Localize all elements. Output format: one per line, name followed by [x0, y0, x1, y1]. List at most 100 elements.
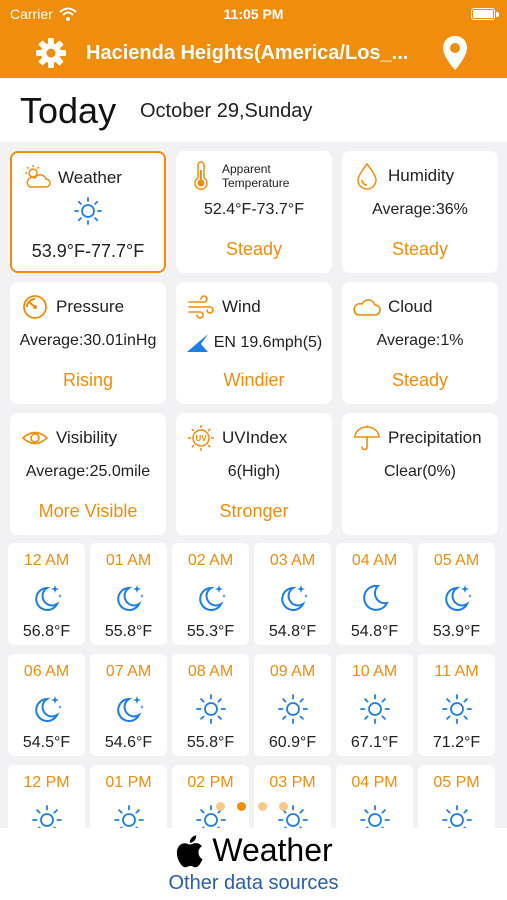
droplet-icon: [357, 162, 377, 190]
hourly-tile[interactable]: 02 PM: [172, 765, 249, 828]
page-indicator[interactable]: [216, 802, 288, 811]
card-head: Weather: [22, 163, 122, 193]
card-trend: Rising: [62, 370, 114, 390]
other-data-sources-link[interactable]: Other data sources: [0, 872, 507, 895]
hourly-time: 05 PM: [433, 774, 480, 791]
hourly-temp: 67.1°F: [350, 734, 399, 751]
card-apparent-temperature[interactable]: Apparent Temperature 52.4°F-73.7°F Stead…: [176, 151, 332, 273]
hourly-time: 11 AM: [434, 663, 479, 680]
hourly-time: 04 PM: [351, 774, 398, 791]
hourly-temp: 54.8°F: [268, 623, 317, 640]
hourly-temp: 54.8°F: [350, 623, 399, 640]
hourly-tile[interactable]: 04 PM: [336, 765, 413, 828]
card-head: Precipitation: [352, 423, 482, 453]
card-value: Average:25.0mile: [25, 463, 151, 480]
hourly-tile[interactable]: 08 AM 55.8°F: [172, 654, 249, 756]
card-trend: Stronger: [219, 501, 289, 521]
card-value: 6(High): [227, 463, 281, 480]
hourly-tile[interactable]: 06 AM 54.5°F: [8, 654, 85, 756]
card-visibility[interactable]: Visibility Average:25.0mile More Visible: [10, 413, 166, 535]
hourly-temp: 54.6°F: [104, 734, 153, 751]
cloud-icon: [353, 299, 381, 316]
hourly-tile[interactable]: 01 PM: [90, 765, 167, 828]
apple-logo-icon: [177, 834, 203, 867]
card-label: Weather: [58, 168, 122, 187]
hourly-tile[interactable]: 01 AM 55.8°F: [90, 543, 167, 645]
moon-stars-icon: [445, 585, 472, 611]
card-weather[interactable]: Weather 53.9°F-77.7°F: [10, 151, 166, 273]
card-label: Cloud: [388, 297, 433, 316]
wind-icon: [188, 295, 214, 319]
card-head: Apparent Temperature: [186, 161, 302, 191]
hourly-temp: 60.9°F: [268, 734, 317, 751]
battery-tip: [496, 12, 499, 17]
page-dot[interactable]: [216, 802, 225, 811]
card-head: Pressure: [20, 292, 124, 322]
sun-icon: [360, 805, 390, 828]
date-row: Today October 29,Sunday: [0, 78, 507, 142]
card-label: UVIndex: [222, 428, 288, 447]
card-label: Apparent Temperature: [222, 162, 290, 190]
hourly-temp: 71.2°F: [432, 734, 481, 751]
hourly-tile[interactable]: 02 AM 55.3°F: [172, 543, 249, 645]
sun-icon: [74, 197, 102, 225]
card-head: Cloud: [352, 292, 432, 322]
card-uv-index[interactable]: UV UVIndex 6(High) Stronger: [176, 413, 332, 535]
hourly-temp: 54.5°F: [22, 734, 71, 751]
hourly-time: 03 PM: [269, 774, 316, 791]
card-pressure[interactable]: Pressure Average:30.01inHg Rising: [10, 282, 166, 404]
hourly-time: 05 AM: [433, 552, 480, 569]
page-dot[interactable]: [279, 802, 288, 811]
hourly-tile[interactable]: 05 PM: [418, 765, 495, 828]
hourly-tile[interactable]: 03 AM 54.8°F: [254, 543, 331, 645]
card-label: Precipitation: [388, 428, 482, 447]
hourly-temp: 55.3°F: [186, 623, 235, 640]
location-title[interactable]: Hacienda Heights(America/Los_...: [86, 42, 431, 65]
page-dot[interactable]: [258, 802, 267, 811]
hourly-tile[interactable]: 12 AM 56.8°F: [8, 543, 85, 645]
moon-stars-icon: [281, 585, 308, 611]
card-value: Average:30.01inHg: [19, 332, 157, 349]
hourly-tile[interactable]: 11 AM 71.2°F: [418, 654, 495, 756]
sun-icon: [278, 694, 308, 724]
gear-icon[interactable]: [34, 36, 68, 70]
hourly-tile[interactable]: 09 AM 60.9°F: [254, 654, 331, 756]
hourly-tile[interactable]: 05 AM 53.9°F: [418, 543, 495, 645]
wind-value-row: EN 19.6mph(5): [176, 332, 332, 354]
card-head: Visibility: [20, 423, 117, 453]
moon-stars-icon: [117, 696, 144, 722]
hourly-tile[interactable]: 12 PM: [8, 765, 85, 828]
card-humidity[interactable]: Humidity Average:36% Steady: [342, 151, 498, 273]
hourly-tile[interactable]: 07 AM 54.6°F: [90, 654, 167, 756]
sun-icon: [32, 805, 62, 828]
hourly-tile[interactable]: 04 AM 54.8°F: [336, 543, 413, 645]
sun-icon: [442, 805, 472, 828]
card-cloud[interactable]: Cloud Average:1% Steady: [342, 282, 498, 404]
svg-text:UV: UV: [195, 434, 207, 443]
status-time: 11:05 PM: [223, 6, 284, 22]
card-trend: More Visible: [38, 501, 138, 521]
page-dot-active[interactable]: [237, 802, 246, 811]
uv-sun-icon: UV: [188, 425, 214, 451]
moon-icon: [363, 584, 389, 611]
thermometer-icon: [194, 161, 208, 190]
card-precipitation[interactable]: Precipitation Clear(0%): [342, 413, 498, 535]
location-pin-icon[interactable]: [440, 34, 470, 72]
hourly-tile[interactable]: 10 AM 67.1°F: [336, 654, 413, 756]
brand-label: Weather: [212, 832, 333, 868]
hourly-time: 09 AM: [269, 663, 316, 680]
hourly-tile[interactable]: 03 PM: [254, 765, 331, 828]
hourly-time: 01 AM: [105, 552, 152, 569]
hourly-forecast[interactable]: 12 AM 56.8°F 01 AM 55.8°F 02 AM 55.3°F 03 AM 54…: [8, 543, 500, 828]
hourly-time: 02 PM: [187, 774, 234, 791]
card-wind[interactable]: Wind EN 19.6mph(5) Windier: [176, 282, 332, 404]
card-value: Average:36%: [372, 201, 468, 218]
sun-icon: [196, 694, 226, 724]
card-value: 52.4°F-73.7°F: [204, 201, 304, 218]
eye-icon: [21, 431, 49, 445]
hourly-temp: 53.9°F: [432, 623, 481, 640]
weather-brand: Weather: [0, 832, 507, 869]
sun-icon: [114, 805, 144, 828]
moon-stars-icon: [35, 585, 62, 611]
card-trend: Steady: [391, 239, 449, 259]
